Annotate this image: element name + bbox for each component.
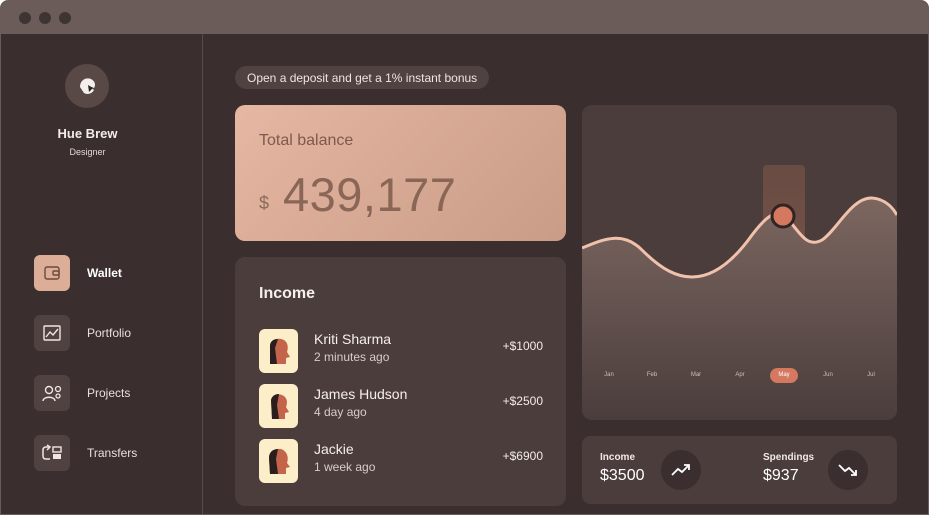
income-name: Kriti Sharma bbox=[314, 331, 392, 347]
person-avatar-icon bbox=[259, 329, 298, 373]
income-stat-value: $3500 bbox=[600, 467, 645, 484]
profile-name: Hue Brew bbox=[57, 126, 118, 141]
month-label-selected[interactable]: May bbox=[770, 368, 798, 383]
income-time: 1 week ago bbox=[314, 460, 376, 474]
month-label[interactable]: Jul bbox=[857, 368, 885, 383]
month-label[interactable]: Jan bbox=[595, 368, 623, 383]
sidebar-item-label: Transfers bbox=[87, 446, 138, 460]
chart-card: Jan Feb Mar Apr May Jun Jul bbox=[582, 105, 897, 420]
income-amount: +$2500 bbox=[502, 394, 543, 408]
month-label[interactable]: Feb bbox=[638, 368, 666, 383]
window-maximize-dot[interactable] bbox=[59, 12, 71, 24]
sidebar-item-label: Projects bbox=[87, 386, 131, 400]
balance-currency: $ bbox=[259, 193, 270, 213]
stats-card: Income $3500 Spendings $937 bbox=[582, 436, 897, 504]
income-stat-label: Income bbox=[600, 452, 636, 463]
sidebar-item-transfers[interactable]: Transfers bbox=[34, 435, 194, 471]
sidebar-item-portfolio[interactable]: Portfolio bbox=[34, 315, 194, 351]
chart-area bbox=[582, 197, 897, 420]
chart-point-marker[interactable] bbox=[770, 203, 796, 229]
sidebar: Hue Brew Designer Wallet Portfolio Proje… bbox=[1, 34, 203, 514]
avatar-icon bbox=[80, 78, 95, 94]
income-time: 4 day ago bbox=[314, 405, 367, 419]
income-time: 2 minutes ago bbox=[314, 350, 390, 364]
transfer-icon bbox=[34, 435, 70, 471]
income-card: Income Kriti Sharma 2 minutes ago +$1000… bbox=[235, 257, 566, 506]
income-title: Income bbox=[259, 285, 316, 302]
chart-icon bbox=[34, 315, 70, 351]
income-row[interactable]: Jackie 1 week ago +$6900 bbox=[259, 439, 543, 483]
sidebar-item-label: Wallet bbox=[87, 266, 122, 280]
person-avatar-icon bbox=[259, 439, 298, 483]
person-avatar-icon bbox=[259, 384, 298, 428]
sidebar-item-projects[interactable]: Projects bbox=[34, 375, 194, 411]
avatar[interactable] bbox=[65, 64, 109, 108]
balance-amount: 439,177 bbox=[283, 168, 457, 221]
income-name: James Hudson bbox=[314, 386, 408, 402]
trend-down-icon[interactable] bbox=[828, 450, 868, 490]
month-label[interactable]: Mar bbox=[682, 368, 710, 383]
team-icon bbox=[34, 375, 70, 411]
promo-banner[interactable]: Open a deposit and get a 1% instant bonu… bbox=[235, 66, 490, 89]
trend-up-icon[interactable] bbox=[661, 450, 701, 490]
title-bar bbox=[1, 1, 928, 34]
profile-role: Designer bbox=[69, 147, 106, 157]
month-label[interactable]: Apr bbox=[726, 368, 754, 383]
window-minimize-dot[interactable] bbox=[39, 12, 51, 24]
income-row[interactable]: James Hudson 4 day ago +$2500 bbox=[259, 384, 543, 428]
sidebar-item-wallet[interactable]: Wallet bbox=[34, 255, 194, 291]
sidebar-item-label: Portfolio bbox=[87, 326, 132, 340]
income-amount: +$1000 bbox=[502, 339, 543, 353]
spendings-stat-value: $937 bbox=[763, 467, 799, 484]
balance-card: Total balance $ 439,177 bbox=[235, 105, 566, 241]
month-label[interactable]: Jun bbox=[814, 368, 842, 383]
income-name: Jackie bbox=[314, 441, 354, 457]
window-close-dot[interactable] bbox=[19, 12, 31, 24]
app-window: Hue Brew Designer Wallet Portfolio Proje… bbox=[0, 0, 929, 515]
income-amount: +$6900 bbox=[502, 449, 543, 463]
income-row[interactable]: Kriti Sharma 2 minutes ago +$1000 bbox=[259, 329, 543, 373]
spendings-stat-label: Spendings bbox=[763, 452, 815, 463]
wallet-icon bbox=[34, 255, 70, 291]
balance-title: Total balance bbox=[259, 132, 354, 149]
